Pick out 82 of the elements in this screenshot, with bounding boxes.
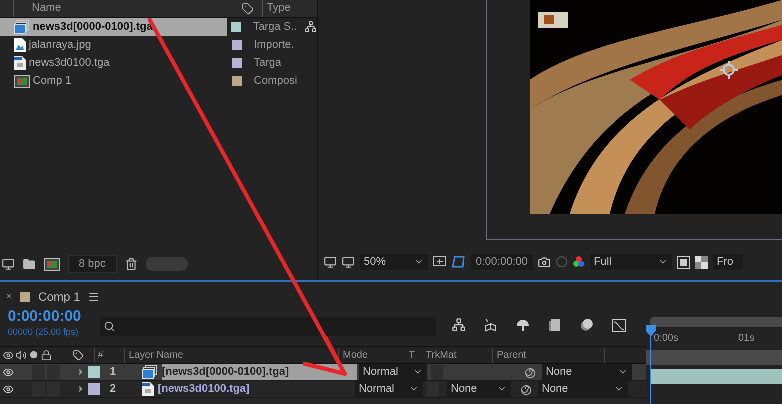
switch-box[interactable] [32,382,45,396]
flowchart-icon[interactable] [452,318,466,332]
graph-editor-icon[interactable] [612,318,626,332]
type-text: Targa S.. [253,20,298,35]
search-field[interactable] [100,317,436,336]
column-header[interactable]: TrkMat [426,348,492,362]
bpc-button[interactable]: 8 bpc [68,254,117,274]
search-icon [104,321,115,332]
column-header[interactable]: Parent [492,348,605,362]
column-header[interactable]: Mode [338,348,409,362]
eye-icon[interactable] [3,350,14,360]
close-tab-button[interactable]: × [6,288,12,306]
resolution-dropdown[interactable]: Full [590,254,672,270]
project-item[interactable]: news3d[0000-0100].tga [0,18,228,36]
crosshair-icon[interactable] [720,61,738,79]
mode-dropdown[interactable]: Normal [355,381,423,397]
camera-icon[interactable] [538,256,551,268]
switch-box[interactable] [47,364,60,380]
zoom-dropdown[interactable]: 50% [360,254,428,270]
monitor-icon[interactable] [342,256,355,268]
label-swatch[interactable] [88,383,100,395]
layer-name[interactable]: [news3d0100.tga] [158,380,353,398]
trkmat-dropdown[interactable]: None [447,381,511,397]
current-time[interactable]: 0:00:00:00 [8,308,100,326]
type-text: Composi [254,74,298,89]
column-header[interactable]: Type [262,0,291,17]
region-icon[interactable] [677,256,690,268]
switch-box[interactable] [47,382,60,396]
type-text: Targa [254,56,283,71]
ruler-label: 01s [738,332,755,346]
image-sequence-icon [14,20,30,34]
label-swatch[interactable] [232,40,242,50]
solo-icon[interactable] [30,351,38,359]
color-channels-icon[interactable] [573,256,585,268]
eye-icon[interactable] [3,366,14,378]
column-header[interactable]: Name [13,0,242,17]
playhead[interactable] [646,325,656,404]
composition-icon [14,74,30,88]
title-safe-icon[interactable] [433,255,447,269]
image-file-icon [14,38,26,52]
label-swatch[interactable] [232,76,242,86]
pick-whip-icon[interactable] [521,384,532,394]
motion-blur-icon[interactable] [580,318,594,332]
draft-3d-icon[interactable] [484,318,498,332]
layer-number: 2 [110,382,118,397]
label-swatch[interactable] [231,22,242,32]
type-text: Importe. [254,38,296,53]
mask-outline-icon[interactable] [452,255,466,269]
trash-icon[interactable] [124,258,138,270]
checkerboard-icon[interactable] [695,256,708,268]
switch-box[interactable] [32,364,45,380]
lock-icon[interactable] [41,350,52,360]
eye-icon[interactable] [3,384,14,394]
column-header[interactable]: Layer Name [124,348,338,362]
folder-icon[interactable] [23,258,36,270]
parent-dropdown[interactable]: None [542,364,632,380]
mode-dropdown[interactable]: Normal [359,364,427,380]
project-item[interactable]: news3d0100.tga [0,54,228,72]
ruler-label: 0:00s [654,332,678,346]
frame-blending-icon[interactable] [548,318,562,332]
frame-rate: 00000 (25.00 fps) [8,326,80,339]
label-icon[interactable] [73,350,84,360]
comp-tab[interactable]: Comp 1 [38,288,80,306]
label-swatch[interactable] [88,366,100,378]
project-item[interactable]: jalanraya.jpg [0,36,228,54]
file-icon [14,56,26,70]
parent-dropdown[interactable]: None [538,381,628,397]
timecode-field[interactable]: 0:00:00:00 [471,254,533,270]
layer-number: 1 [110,364,118,380]
column-header[interactable]: # [94,348,124,362]
project-item[interactable]: Comp 1 [0,72,228,90]
flowchart-icon[interactable] [305,21,317,33]
audio-icon[interactable] [16,350,27,360]
file-icon [142,382,154,396]
column-header[interactable]: T [409,348,426,362]
view-dropdown[interactable]: Fro [713,254,743,270]
menu-icon[interactable] [88,291,100,303]
composition-icon [44,258,60,270]
scroll-thumb[interactable] [146,257,188,271]
label-icon[interactable] [242,2,254,14]
label-swatch[interactable] [232,58,242,68]
pick-whip-icon[interactable] [525,366,536,378]
